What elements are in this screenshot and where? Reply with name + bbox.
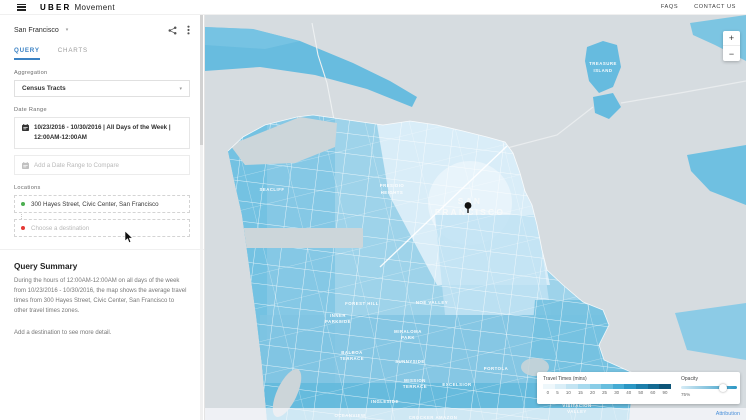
brand-logo: UBERMovement <box>40 3 115 12</box>
map-label-inner-parkside: PARKSIDE <box>325 319 351 324</box>
origin-field[interactable]: 300 Hayes Street, Civic Center, San Fran… <box>14 195 190 213</box>
origin-value: 300 Hayes Street, Civic Center, San Fran… <box>31 201 159 208</box>
map-label-mission-terrace: MISSION <box>404 378 426 383</box>
legend-color-segment <box>648 384 660 389</box>
share-icon[interactable] <box>168 26 177 35</box>
map-attribution-bar: Attribution <box>205 408 746 420</box>
legend-color-segment <box>555 384 567 389</box>
opacity-slider-knob[interactable] <box>719 384 727 392</box>
query-summary-body: During the hours of 12:00AM-12:00AM on a… <box>14 277 188 316</box>
date-range-label: Date Range <box>14 107 190 113</box>
legend-title: Travel Times (mins) <box>543 376 671 382</box>
map-label-seacliff: SEACLIFF <box>259 187 284 192</box>
date-range-field[interactable]: 10/23/2016 - 10/30/2016 | All Days of th… <box>14 117 190 149</box>
map-label-excelsior: EXCELSIOR <box>442 382 472 387</box>
legend-color-segment <box>601 384 613 389</box>
legend-tick-label: 0 <box>543 390 553 395</box>
legend-tick-label: 15 <box>574 390 586 395</box>
divider <box>0 249 204 250</box>
add-date-range-compare[interactable]: Add a Date Range to Compare <box>14 155 190 175</box>
brand-uber: UBER <box>40 3 71 12</box>
legend-tick-label: 90 <box>659 390 671 395</box>
query-summary-hint: Add a destination to see more detail. <box>14 330 190 336</box>
tab-query[interactable]: QUERY <box>14 47 40 60</box>
zoom-out-button[interactable]: − <box>723 46 740 61</box>
legend-tick-label: 50 <box>635 390 647 395</box>
locations-label: Locations <box>14 185 190 191</box>
kebab-menu-icon[interactable] <box>187 25 190 35</box>
map-label-san-francisco: FRANCISCO <box>435 207 505 217</box>
map-label-treasure-island: TREASURE <box>589 61 617 66</box>
query-summary-title: Query Summary <box>14 262 190 271</box>
sidebar-scrollbar[interactable] <box>200 15 203 420</box>
map-label-miraloma-park: MIRALOMA <box>394 329 422 334</box>
opacity-slider[interactable] <box>681 386 737 389</box>
attribution-link[interactable]: Attribution <box>716 411 740 417</box>
destination-dot-icon <box>21 226 25 230</box>
aggregation-value: Census Tracts <box>22 85 66 92</box>
legend-color-segment <box>636 384 648 389</box>
map-canvas[interactable]: SEACLIFF PRESIDIO HEIGHTS TREASURE ISLAN… <box>205 15 746 420</box>
map-label-balboa-terrace: BALBOA <box>341 350 362 355</box>
brand-movement: Movement <box>74 3 115 12</box>
date-range-value: 10/23/2016 - 10/30/2016 | All Days of th… <box>34 123 182 143</box>
map-label-forest-hill: FOREST HILL <box>345 301 379 306</box>
map-label-miraloma-park: PARK <box>401 335 415 340</box>
map-label-presidio-heights: PRESIDIO <box>380 183 405 188</box>
legend-tick-label: 25 <box>599 390 611 395</box>
map-label-noe-valley: NOE VALLEY <box>416 300 448 305</box>
sidebar-tabs: QUERY CHARTS <box>0 39 204 60</box>
legend-tick-label: 60 <box>647 390 659 395</box>
legend-color-bar <box>543 384 671 389</box>
zoom-in-button[interactable]: + <box>723 31 740 46</box>
legend-color-segment <box>578 384 590 389</box>
map-label-mission-terrace: TERRACE <box>403 384 427 389</box>
compare-label: Add a Date Range to Compare <box>34 162 119 169</box>
legend-color-segment <box>613 384 625 389</box>
legend-tick-label: 30 <box>611 390 623 395</box>
map-label-inner-parkside: INNER <box>330 313 346 318</box>
aggregation-select[interactable]: Census Tracts ▾ <box>14 80 190 97</box>
opacity-value: 75% <box>681 392 737 397</box>
map-label-portola: PORTOLA <box>484 366 508 371</box>
map-label-presidio-heights: HEIGHTS <box>381 190 404 195</box>
legend-color-segment <box>566 384 578 389</box>
destination-placeholder: Choose a destination <box>31 225 89 232</box>
hamburger-menu-icon[interactable] <box>17 4 26 11</box>
map-label-balboa-terrace: TERRACE <box>340 356 364 361</box>
contact-us-link[interactable]: CONTACT US <box>694 4 736 10</box>
opacity-label: Opacity <box>681 376 737 382</box>
city-selector[interactable]: San Francisco <box>14 27 59 34</box>
map-label-ingleside: INGLESIDE <box>371 399 399 404</box>
calendar-icon <box>22 162 29 169</box>
tab-charts[interactable]: CHARTS <box>58 47 88 60</box>
map-label-treasure-island: ISLAND <box>594 68 613 73</box>
scrollbar-thumb[interactable] <box>200 15 203 145</box>
legend-color-segment <box>543 384 555 389</box>
aggregation-label: Aggregation <box>14 70 190 76</box>
legend-tick-label: 40 <box>623 390 635 395</box>
mouse-cursor-icon <box>124 231 133 244</box>
legend-color-segment <box>590 384 602 389</box>
map-legend: Travel Times (mins) 05101520253040506090… <box>537 372 740 404</box>
legend-ticks: 05101520253040506090 <box>543 390 671 395</box>
uber-movement-app: UBERMovement FAQS CONTACT US San Francis… <box>0 0 746 420</box>
legend-tick-label: 10 <box>562 390 574 395</box>
map-label-sunnyside: SUNNYSIDE <box>395 359 425 364</box>
origin-dot-icon <box>21 202 25 206</box>
map-container[interactable]: SEACLIFF PRESIDIO HEIGHTS TREASURE ISLAN… <box>205 15 746 420</box>
map-zoom-control: + − <box>723 31 740 61</box>
legend-color-segment <box>659 384 671 389</box>
legend-color-segment <box>624 384 636 389</box>
faqs-link[interactable]: FAQS <box>661 4 678 10</box>
chevron-down-icon: ▾ <box>66 27 69 33</box>
top-header: UBERMovement FAQS CONTACT US <box>0 0 746 15</box>
query-sidebar: San Francisco ▾ QUERY CHARTS Aggregation… <box>0 15 205 420</box>
legend-tick-label: 5 <box>553 390 563 395</box>
chevron-down-icon: ▾ <box>179 86 182 92</box>
destination-field[interactable]: Choose a destination <box>14 219 190 237</box>
legend-tick-label: 20 <box>586 390 598 395</box>
calendar-icon <box>22 124 29 131</box>
